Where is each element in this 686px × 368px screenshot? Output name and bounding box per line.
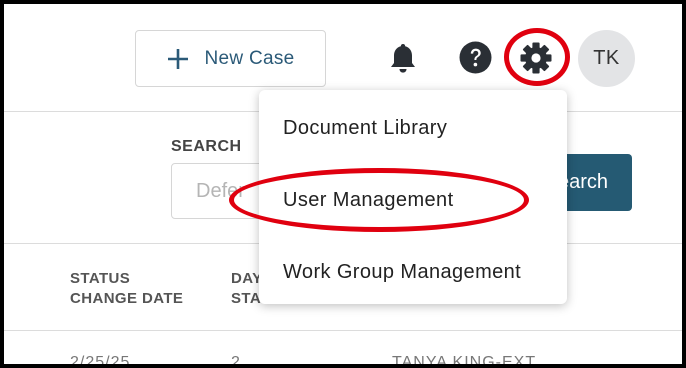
user-management-highlight-annotation [229,168,529,232]
new-case-label: New Case [204,47,295,69]
help-icon[interactable] [459,41,492,74]
row-cell-date: 2/25/25 [70,354,131,364]
menu-item-work-group-management[interactable]: Work Group Management [283,261,521,284]
search-label: SEARCH [171,138,242,155]
avatar-initials: TK [593,47,620,69]
plus-icon [168,48,189,69]
new-case-button[interactable]: New Case [135,30,326,87]
app-frame: New Case TK SEARCH Defer Search STATUS C… [4,4,682,364]
row-more-icon[interactable]: ... [608,354,624,364]
row-cell-days: 2 [231,354,241,364]
gear-highlight-annotation [504,28,570,86]
column-header-line: STATUS [70,270,131,287]
column-header-status-change-date[interactable]: STATUS CHANGE DATE [70,269,183,309]
table-divider [4,330,682,331]
menu-item-document-library[interactable]: Document Library [283,117,447,140]
user-avatar[interactable]: TK [578,30,635,87]
column-header-line: CHANGE DATE [70,290,184,307]
bell-icon[interactable] [389,42,417,74]
row-cell-name: TANYA KING-EXT [392,354,537,364]
